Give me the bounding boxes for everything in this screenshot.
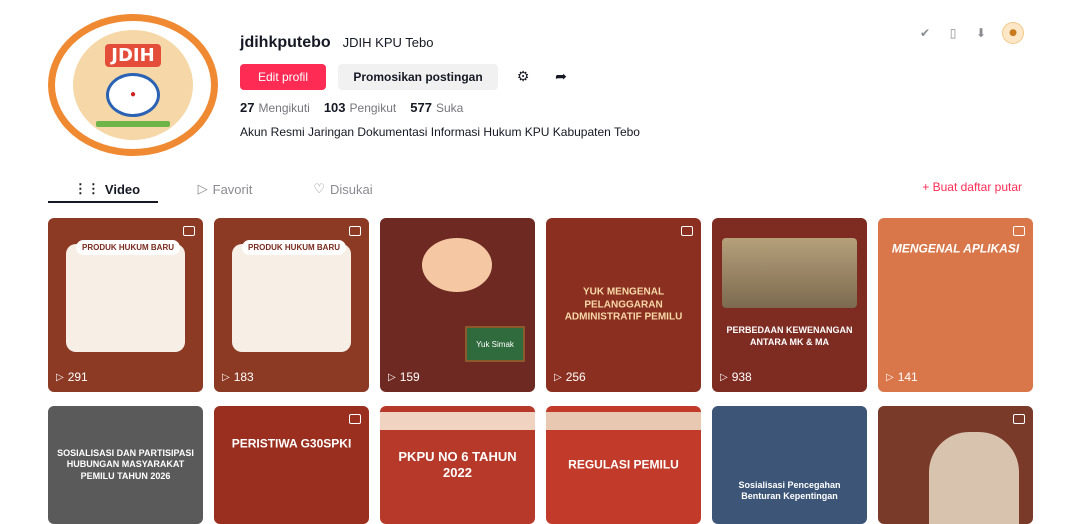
video-title: MENGENAL APLIKASI [891,241,1020,256]
view-count: ▷ 256 [554,370,586,384]
play-icon: ▷ [554,371,562,383]
avatar-logo: JDIH ● [73,30,193,140]
pin-icon [349,414,361,424]
action-buttons: Edit profil Promosikan postingan ⚙ ➦ [240,64,640,90]
top-icons: ✔ ▯ ⬇ ● [918,22,1024,44]
tab-favorit-label: Favorit [212,181,253,197]
profile-tabs: ⋮⋮ Video ▷ Favorit ♡ Disukai [48,176,402,202]
pin-icon [681,226,693,236]
share-icon[interactable]: ➦ [548,64,574,90]
device-icon[interactable]: ▯ [946,26,960,40]
profile-info: jdihkputebo JDIH KPU Tebo Edit profil Pr… [240,34,640,139]
video-title: YUK MENGENAL PELANGGARAN ADMINISTRATIF P… [564,286,683,323]
profile-avatar[interactable]: JDIH ● [48,14,218,156]
video-card[interactable]: SOSIALISASI DAN PARTISIPASI HUBUNGAN MAS… [48,406,203,524]
tab-video-label: Video [104,181,141,197]
video-grid: PRODUK HUKUM BARU ▷ 291 PRODUK HUKUM BARU… [48,218,1033,524]
video-title: PERBEDAAN KEWENANGAN ANTARA MK & MA [726,325,853,347]
card-panel [66,244,185,352]
stat-followers[interactable]: 103 Pengikut [324,100,396,115]
video-card[interactable]: REGULASI PEMILU [546,406,701,524]
bookmark-icon: ▷ [197,181,208,196]
edit-profile-button[interactable]: Edit profil [240,64,326,90]
card-banner [546,412,701,430]
view-count: ▷ 141 [886,370,918,384]
tab-disukai[interactable]: ♡ Disukai [284,176,402,202]
building-image [722,238,857,308]
video-card[interactable]: PRODUK HUKUM BARU ▷ 291 [48,218,203,392]
pin-icon [183,226,195,236]
video-title: REGULASI PEMILU [568,457,679,472]
video-card[interactable]: Sosialisasi Pencegahan Benturan Kepentin… [712,406,867,524]
play-icon: ▷ [388,371,396,383]
video-card[interactable]: PERISTIWA G30SPKI [214,406,369,524]
tab-disukai-label: Disukai [330,181,373,197]
video-card[interactable] [878,406,1033,524]
stats: 27 Mengikuti 103 Pengikut 577 Suka [240,100,640,115]
nickname: JDIH KPU Tebo [342,35,434,50]
create-playlist-link[interactable]: + Buat daftar putar [922,180,1022,194]
grid-icon: ⋮⋮ [73,181,100,196]
video-title: PRODUK HUKUM BARU [242,240,346,255]
view-count: ▷ 938 [720,370,752,384]
pin-icon [1013,226,1025,236]
send-icon[interactable]: ✔ [918,26,932,40]
bio: Akun Resmi Jaringan Dokumentasi Informas… [240,125,640,139]
tab-video[interactable]: ⋮⋮ Video [48,176,166,202]
view-count: ▷ 291 [56,370,88,384]
username: jdihkputebo [240,34,331,51]
avatar-jdih-label: JDIH [105,43,161,67]
pin-icon [1013,414,1025,424]
play-icon: ▷ [56,371,64,383]
name-row: jdihkputebo JDIH KPU Tebo [240,34,640,52]
globe-icon: ● [106,72,160,117]
card-banner [380,412,535,430]
video-card[interactable]: Yuk Simak ▷ 159 [380,218,535,392]
video-card[interactable]: PERBEDAAN KEWENANGAN ANTARA MK & MA ▷ 938 [712,218,867,392]
video-card[interactable]: PKPU NO 6 TAHUN 2022 [380,406,535,524]
video-card[interactable]: MENGENAL APLIKASI ▷ 141 [878,218,1033,392]
settings-icon[interactable]: ⚙ [510,64,536,90]
stat-likes: 577 Suka [410,100,464,115]
person-image [929,432,1019,524]
stat-following[interactable]: 27 Mengikuti [240,100,310,115]
tab-favorit[interactable]: ▷ Favorit [166,176,284,202]
avatar-band [96,120,170,127]
video-title: SOSIALISASI DAN PARTISIPASI HUBUNGAN MAS… [57,448,194,481]
play-icon: ▷ [886,371,894,383]
heart-icon: ♡ [313,181,326,196]
card-panel [232,244,351,352]
video-title: PRODUK HUKUM BARU [76,240,180,255]
view-count: ▷ 183 [222,370,254,384]
video-title: PKPU NO 6 TAHUN 2022 [398,448,517,480]
video-title: PERISTIWA G30SPKI [231,436,352,451]
promote-post-button[interactable]: Promosikan postingan [338,64,498,90]
speech-bubble [422,238,492,292]
video-title: Sosialisasi Pencegahan Benturan Kepentin… [738,479,841,501]
video-card[interactable]: YUK MENGENAL PELANGGARAN ADMINISTRATIF P… [546,218,701,392]
download-icon[interactable]: ⬇ [974,26,988,40]
play-icon: ▷ [720,371,728,383]
active-tab-indicator [48,201,158,203]
pin-icon [349,226,361,236]
video-card[interactable]: PRODUK HUKUM BARU ▷ 183 [214,218,369,392]
video-title: Yuk Simak [465,326,525,362]
user-avatar-mini[interactable]: ● [1002,22,1024,44]
view-count: ▷ 159 [388,370,420,384]
play-icon: ▷ [222,371,230,383]
